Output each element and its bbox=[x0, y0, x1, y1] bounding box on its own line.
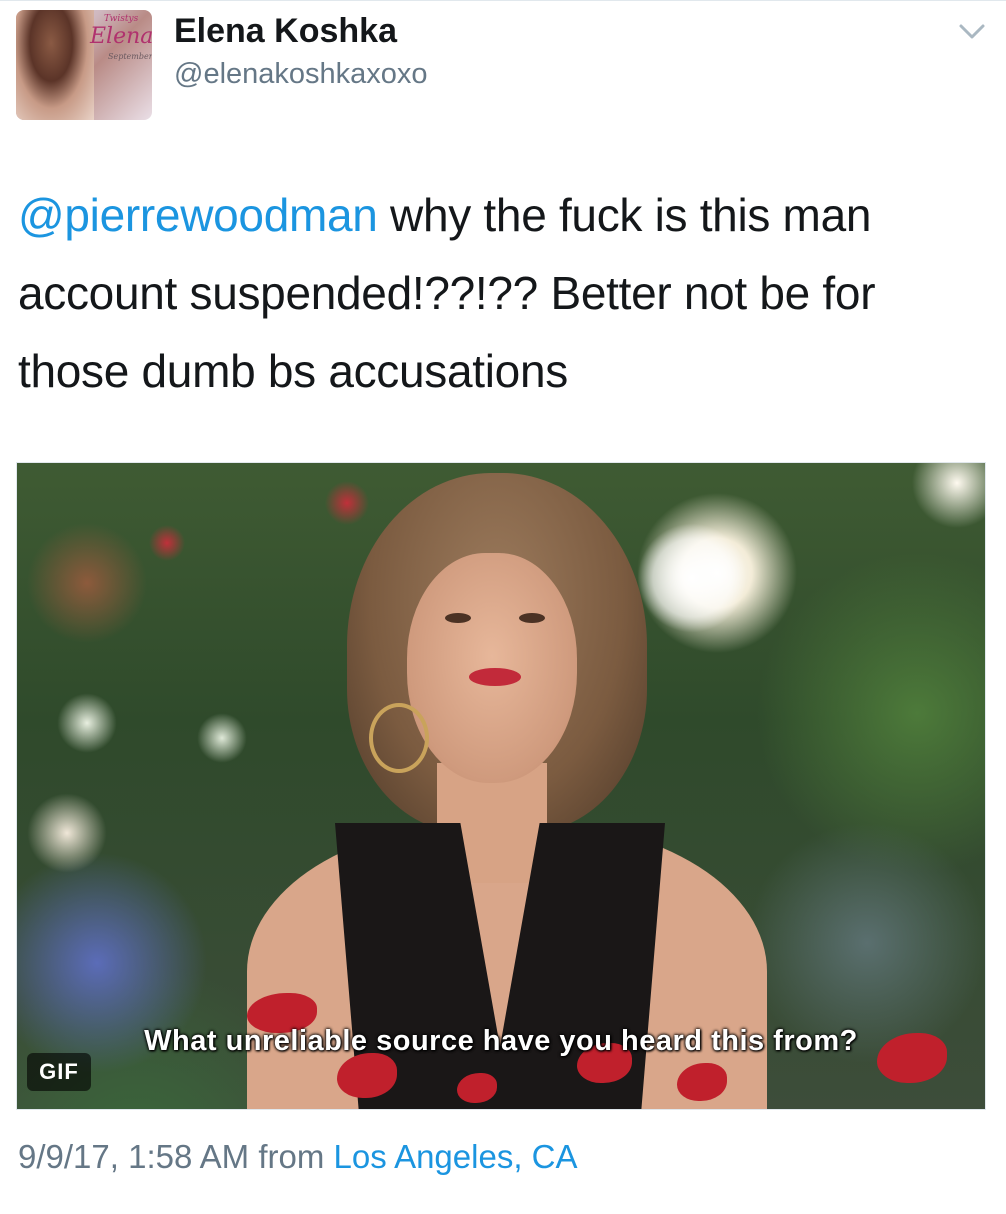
woman-lips bbox=[469, 668, 521, 686]
gif-media[interactable]: What unreliable source have you heard th… bbox=[16, 462, 986, 1110]
user-handle[interactable]: @elenakoshkaxoxo bbox=[174, 58, 428, 91]
chevron-down-icon[interactable] bbox=[958, 22, 986, 42]
woman-eye bbox=[445, 613, 471, 623]
from-label: from bbox=[258, 1138, 325, 1175]
bokeh-light bbox=[57, 693, 117, 753]
bokeh-light bbox=[27, 793, 107, 873]
gif-badge: GIF bbox=[27, 1053, 91, 1091]
gif-caption: What unreliable source have you heard th… bbox=[144, 1025, 858, 1057]
tweet-text: @pierrewoodman why the fuck is this man … bbox=[18, 176, 988, 410]
avatar-photo bbox=[16, 10, 94, 120]
avatar-brand-text: Twistys bbox=[104, 14, 139, 24]
location-link[interactable]: Los Angeles, CA bbox=[334, 1138, 578, 1175]
woman-earring bbox=[369, 703, 429, 773]
timestamp[interactable]: 9/9/17, 1:58 AM bbox=[18, 1138, 249, 1175]
avatar-name-text: Elena bbox=[90, 24, 152, 49]
bokeh-light bbox=[197, 713, 247, 763]
display-name[interactable]: Elena Koshka bbox=[174, 12, 397, 51]
mention-link[interactable]: @pierrewoodman bbox=[18, 189, 378, 241]
woman-eye bbox=[519, 613, 545, 623]
avatar-month-text: September bbox=[108, 52, 152, 61]
tweet-footer: 9/9/17, 1:58 AM from Los Angeles, CA bbox=[18, 1138, 578, 1176]
avatar[interactable]: Twistys Elena September bbox=[16, 10, 152, 120]
bokeh-light bbox=[637, 523, 747, 633]
top-divider bbox=[0, 0, 1006, 9]
